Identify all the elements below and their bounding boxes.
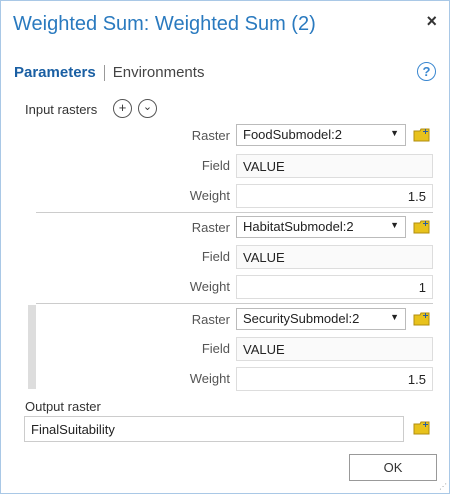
- resize-grip-icon[interactable]: ⋰: [439, 482, 447, 491]
- weight-input-1[interactable]: 1.5: [236, 184, 433, 208]
- weight-label: Weight: [189, 371, 230, 386]
- weight-input-3[interactable]: 1.5: [236, 367, 433, 391]
- raster-select-3[interactable]: SecuritySubmodel:2 ▼: [236, 308, 406, 330]
- row-selection-bar[interactable]: [28, 305, 36, 389]
- help-icon[interactable]: ?: [417, 62, 436, 81]
- row-divider: [36, 303, 433, 304]
- tab-bar: Parameters Environments: [14, 64, 204, 81]
- ok-button[interactable]: OK: [349, 454, 437, 481]
- weight-input-2[interactable]: 1: [236, 275, 433, 299]
- expand-chevron-icon[interactable]: ⌄: [138, 99, 157, 118]
- row-divider: [36, 212, 433, 213]
- raster-select-2[interactable]: HabitatSubmodel:2 ▼: [236, 216, 406, 238]
- folder-browse-icon[interactable]: [413, 420, 431, 435]
- tab-parameters[interactable]: Parameters: [14, 64, 96, 81]
- raster-select-1[interactable]: FoodSubmodel:2 ▼: [236, 124, 406, 146]
- raster-select-value: SecuritySubmodel:2: [243, 311, 360, 326]
- raster-select-value: HabitatSubmodel:2: [243, 219, 354, 234]
- raster-label: Raster: [191, 220, 230, 235]
- weight-label: Weight: [189, 279, 230, 294]
- raster-label: Raster: [191, 128, 230, 143]
- field-input-1[interactable]: VALUE: [236, 154, 433, 178]
- tab-separator: [103, 64, 105, 81]
- field-label: Field: [201, 249, 230, 264]
- raster-label: Raster: [191, 312, 230, 327]
- dropdown-caret-icon: ▼: [390, 220, 399, 230]
- field-input-3[interactable]: VALUE: [236, 337, 433, 361]
- dropdown-caret-icon: ▼: [390, 312, 399, 322]
- dropdown-caret-icon: ▼: [390, 128, 399, 138]
- folder-browse-icon[interactable]: [413, 219, 431, 234]
- close-icon[interactable]: ×: [426, 11, 437, 32]
- weighted-sum-dialog: Weighted Sum: Weighted Sum (2) × Paramet…: [0, 0, 450, 494]
- weight-label: Weight: [189, 188, 230, 203]
- input-rasters-label: Input rasters: [25, 102, 98, 117]
- tab-environments[interactable]: Environments: [113, 64, 205, 81]
- raster-select-value: FoodSubmodel:2: [243, 127, 343, 142]
- field-input-2[interactable]: VALUE: [236, 245, 433, 269]
- dialog-title: Weighted Sum: Weighted Sum (2): [13, 13, 316, 35]
- add-raster-button[interactable]: +: [113, 99, 132, 118]
- folder-browse-icon[interactable]: [413, 127, 431, 142]
- folder-browse-icon[interactable]: [413, 311, 431, 326]
- output-raster-label: Output raster: [25, 399, 101, 414]
- output-raster-input[interactable]: FinalSuitability: [24, 416, 404, 442]
- field-label: Field: [201, 341, 230, 356]
- field-label: Field: [201, 158, 230, 173]
